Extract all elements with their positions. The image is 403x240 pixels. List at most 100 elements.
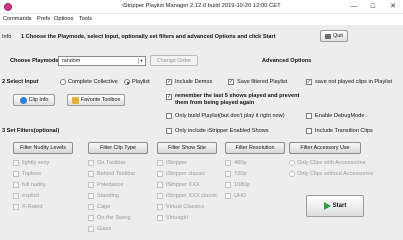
menu-options[interactable]: Options: [54, 16, 73, 22]
select-input-label: 2 Select Input: [2, 79, 39, 85]
clip-info-button[interactable]: Clip Info: [13, 94, 55, 106]
show-site-checkbox[interactable]: [157, 193, 163, 199]
save-filtered-playlist-label: Save filtered Playlist: [237, 79, 288, 85]
exit-icon: [325, 33, 332, 39]
save-not-played-label: save not played clips in Playlist: [315, 79, 393, 85]
clip-type-checkbox[interactable]: [88, 171, 94, 177]
set-filters-label: 3 Set Filters(optional): [2, 128, 60, 134]
clip-type-label: Poledance: [97, 182, 124, 188]
start-button-label: Start: [332, 203, 347, 209]
show-site-label: iStripper: [166, 160, 187, 166]
clip-type-checkbox[interactable]: [88, 182, 94, 188]
resolution-label: 480p: [234, 160, 247, 166]
nudity-option-checkbox[interactable]: [13, 182, 19, 188]
show-site-checkbox[interactable]: [157, 160, 163, 166]
filter-show-site-button[interactable]: Filter Show Site: [157, 142, 217, 154]
quit-button-label: Quit: [333, 33, 343, 39]
resolution-checkbox[interactable]: [225, 193, 231, 199]
nudity-option-label: explicit: [22, 193, 40, 199]
only-include-enabled-checkbox[interactable]: [166, 128, 172, 134]
clip-type-checkbox[interactable]: [88, 204, 94, 210]
nudity-option-checkbox[interactable]: [13, 171, 19, 177]
show-site-checkbox[interactable]: [157, 215, 163, 221]
include-demos-checkbox[interactable]: ✓: [166, 79, 172, 85]
nudity-option-checkbox[interactable]: [13, 193, 19, 199]
clip-type-checkbox[interactable]: [88, 160, 94, 166]
change-order-button[interactable]: Change Order: [150, 55, 198, 66]
show-site-label: iStripper XXX: [166, 182, 200, 188]
resolution-checkbox[interactable]: [225, 171, 231, 177]
include-transition-clips-checkbox[interactable]: [306, 128, 312, 134]
minimize-button[interactable]: —: [345, 2, 363, 12]
filter-resolution-button[interactable]: Filter Resolution: [225, 142, 285, 154]
clip-type-checkbox[interactable]: [88, 193, 94, 199]
clip-type-checkbox[interactable]: [88, 226, 94, 232]
resolution-label: UHD: [234, 193, 247, 199]
show-site-checkbox[interactable]: [157, 171, 163, 177]
remember-last5-checkbox[interactable]: ✓: [166, 94, 172, 100]
radio-playlist-label: Playlist: [132, 79, 150, 85]
choose-playmode-label: Choose Playmode: [10, 58, 59, 64]
accessory-with-label: Only Clips with Accessories: [297, 160, 366, 166]
show-site-label: iStripper classic: [166, 171, 206, 177]
accessory-without-label: Only Clips without Accessories: [297, 171, 374, 177]
chevron-down-icon: ▼: [138, 58, 144, 64]
accessory-with-radio[interactable]: [289, 160, 295, 166]
menu-tools[interactable]: Tools: [79, 16, 92, 22]
nudity-option-label: full nudity: [22, 182, 46, 188]
only-build-playlist-label: Only build Playlist(but don't play it ri…: [175, 113, 285, 119]
enable-debugmode-checkbox[interactable]: [306, 113, 312, 119]
nudity-option-checkbox[interactable]: [13, 204, 19, 210]
info-icon: [19, 96, 27, 104]
clip-type-label: Standing: [97, 193, 120, 199]
show-site-label: Virtual Classics: [166, 204, 205, 210]
playmode-value: random: [62, 58, 81, 64]
include-demos-label: Include Demos: [175, 79, 213, 85]
close-button[interactable]: ✕: [384, 2, 402, 12]
resolution-label: 720p: [234, 171, 247, 177]
enable-debugmode-label: Enable DebugMode: [315, 113, 365, 119]
radio-complete-collective[interactable]: [60, 79, 66, 85]
nudity-option-label: X-Rated: [22, 204, 43, 210]
menu-commands[interactable]: Commands: [3, 16, 32, 22]
clip-info-label: Clip Info: [28, 97, 49, 103]
toolbox-icon: [71, 96, 79, 104]
radio-playlist[interactable]: [124, 79, 130, 85]
favorite-toolbox-button[interactable]: Favorite Toolbox: [67, 94, 125, 106]
info-label: Info: [2, 34, 12, 40]
nudity-option-label: lightly sexy: [22, 160, 50, 166]
clip-type-label: Cage: [97, 204, 111, 210]
nudity-option-label: Topless: [22, 171, 41, 177]
clip-type-label: Glass: [97, 226, 112, 232]
nudity-option-checkbox[interactable]: [13, 160, 19, 166]
save-filtered-playlist-checkbox[interactable]: ✓: [228, 79, 234, 85]
clip-type-label: On the Swing: [97, 215, 131, 221]
clip-type-label: Behind Taskbar: [97, 171, 136, 177]
play-icon: [323, 202, 331, 210]
only-include-enabled-label: Only include iStripper Enabled Shows: [175, 128, 269, 134]
show-site-checkbox[interactable]: [157, 182, 163, 188]
only-build-playlist-checkbox[interactable]: [166, 113, 172, 119]
save-not-played-checkbox[interactable]: ✓: [306, 79, 312, 85]
clip-type-checkbox[interactable]: [88, 215, 94, 221]
include-transition-clips-label: Include Transition Clips: [315, 128, 373, 134]
accessory-without-radio[interactable]: [289, 171, 295, 177]
menu-prefs[interactable]: Prefs: [37, 16, 50, 22]
start-button[interactable]: Start: [306, 195, 364, 217]
show-site-checkbox[interactable]: [157, 204, 163, 210]
filter-clip-type-button[interactable]: Filter Clip Type: [88, 142, 148, 154]
resolution-checkbox[interactable]: [225, 160, 231, 166]
quit-button[interactable]: Quit: [320, 30, 348, 42]
advanced-options-label: Advanced Options: [262, 58, 312, 64]
window-title: iStripper Playlist Manager 2.12.0 build …: [122, 3, 281, 9]
resolution-checkbox[interactable]: [225, 182, 231, 188]
show-site-label: Virtuagirl: [166, 215, 188, 221]
radio-complete-collective-label: Complete Collective: [68, 79, 118, 85]
maximize-button[interactable]: ☐: [364, 2, 382, 12]
show-site-label: iStripper XXX classic: [166, 193, 218, 199]
remember-last5-label: remember the last 5 shows played and pre…: [175, 93, 300, 106]
playmode-select[interactable]: random ▼: [58, 56, 146, 66]
favorite-toolbox-label: Favorite Toolbox: [80, 97, 121, 103]
filter-nudity-levels-button[interactable]: Filter Nudity Levels: [13, 142, 73, 154]
filter-accessory-use-button[interactable]: Filter Accessory Use: [289, 142, 361, 154]
